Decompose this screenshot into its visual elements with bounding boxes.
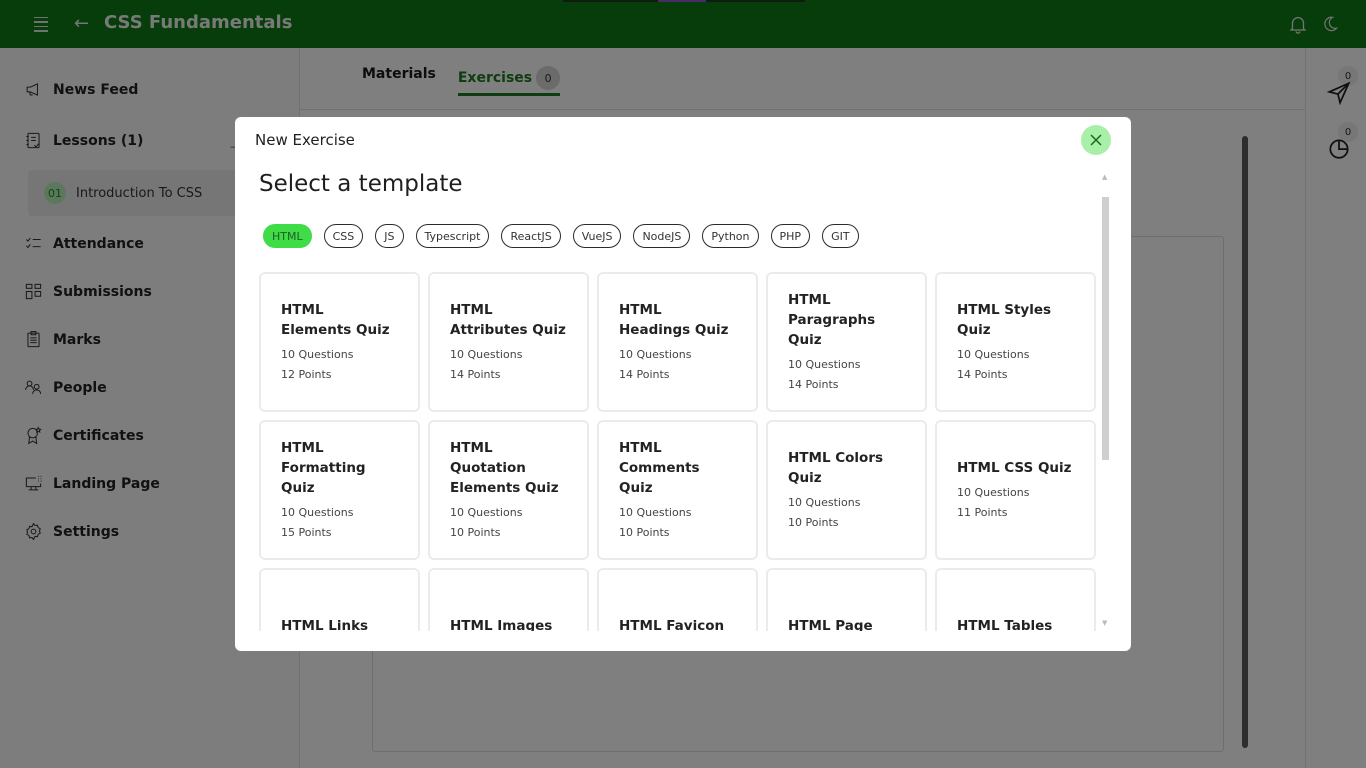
- template-card[interactable]: HTML Page Title Quiz: [766, 568, 927, 631]
- template-title: HTML Page Title Quiz: [788, 617, 873, 632]
- template-title: HTML Comments Quiz: [619, 439, 700, 496]
- template-questions: 10 Questions: [788, 495, 861, 509]
- template-card[interactable]: HTML Colors Quiz 10 Questions 10 Points: [766, 420, 927, 560]
- template-card[interactable]: HTML Links Quiz: [259, 568, 420, 631]
- template-points: 14 Points: [450, 367, 501, 381]
- template-card[interactable]: HTML Favicon Quiz: [597, 568, 758, 631]
- section-title: Select a template: [259, 171, 463, 197]
- template-questions: 10 Questions: [450, 505, 523, 519]
- template-points: 14 Points: [957, 367, 1008, 381]
- template-points: 10 Points: [619, 525, 670, 539]
- template-questions: 10 Questions: [619, 347, 692, 361]
- template-questions: 10 Questions: [957, 485, 1030, 499]
- template-card[interactable]: HTML Styles Quiz 10 Questions 14 Points: [935, 272, 1096, 412]
- template-points: 15 Points: [281, 525, 332, 539]
- filter-chip-typescript[interactable]: Typescript: [415, 224, 490, 248]
- template-questions: 10 Questions: [281, 505, 354, 519]
- template-title: HTML CSS Quiz: [957, 459, 1072, 476]
- template-questions: 10 Questions: [281, 347, 354, 361]
- template-title: HTML Elements Quiz: [281, 301, 390, 338]
- template-card[interactable]: HTML Attributes Quiz 10 Questions 14 Point…: [428, 272, 589, 412]
- template-points: 11 Points: [957, 505, 1008, 519]
- template-title: HTML Styles Quiz: [957, 301, 1052, 338]
- template-card[interactable]: HTML Paragraphs Quiz 10 Questions 14 Point…: [766, 272, 927, 412]
- filter-chip-js[interactable]: JS: [375, 224, 404, 248]
- template-card[interactable]: HTML Quotation Elements Quiz 10 Questions…: [428, 420, 589, 560]
- new-exercise-modal: New Exercise Select a template HTML CSS …: [235, 117, 1131, 651]
- template-questions: 10 Questions: [619, 505, 692, 519]
- template-title: HTML Paragraphs Quiz: [788, 291, 876, 348]
- language-filters: HTML CSS JS Typescript ReactJS VueJS Nod…: [263, 224, 859, 248]
- modal-title: New Exercise: [255, 131, 355, 149]
- template-questions: 10 Questions: [957, 347, 1030, 361]
- template-title: HTML Quotation Elements Quiz: [450, 439, 559, 496]
- template-questions: 10 Questions: [788, 357, 861, 371]
- template-title: HTML Tables Quiz: [957, 617, 1053, 632]
- template-points: 10 Points: [450, 525, 501, 539]
- scroll-up-arrow-icon[interactable]: ▲: [1102, 173, 1107, 181]
- template-card[interactable]: HTML Elements Quiz 10 Questions 12 Points: [259, 272, 420, 412]
- template-grid: HTML Elements Quiz 10 Questions 12 Points …: [259, 272, 1096, 631]
- scrollbar-thumb[interactable]: [1102, 197, 1109, 460]
- template-card[interactable]: HTML Images Quiz: [428, 568, 589, 631]
- template-points: 14 Points: [619, 367, 670, 381]
- template-points: 14 Points: [788, 377, 839, 391]
- template-title: HTML Links Quiz: [281, 617, 369, 632]
- filter-chip-python[interactable]: Python: [702, 224, 759, 248]
- modal-scrollbar[interactable]: ▲ ▼: [1101, 173, 1109, 633]
- filter-chip-reactjs[interactable]: ReactJS: [501, 224, 561, 248]
- template-questions: 10 Questions: [450, 347, 523, 361]
- template-card[interactable]: HTML Comments Quiz 10 Questions 10 Points: [597, 420, 758, 560]
- filter-chip-git[interactable]: GIT: [822, 224, 859, 248]
- filter-chip-vuejs[interactable]: VueJS: [572, 224, 622, 248]
- scroll-down-arrow-icon[interactable]: ▼: [1102, 619, 1107, 627]
- filter-chip-nodejs[interactable]: NodeJS: [633, 224, 691, 248]
- modal-body: Select a template HTML CSS JS Typescript…: [235, 165, 1131, 631]
- template-title: HTML Images Quiz: [450, 617, 553, 632]
- close-icon: [1090, 134, 1102, 146]
- template-card[interactable]: HTML Tables Quiz: [935, 568, 1096, 631]
- template-title: HTML Attributes Quiz: [450, 301, 566, 338]
- template-card[interactable]: HTML Formatting Quiz 10 Questions 15 Point…: [259, 420, 420, 560]
- template-points: 10 Points: [788, 515, 839, 529]
- template-title: HTML Formatting Quiz: [281, 439, 366, 496]
- template-points: 12 Points: [281, 367, 332, 381]
- filter-chip-html[interactable]: HTML: [263, 224, 312, 248]
- template-title: HTML Favicon Quiz: [619, 617, 725, 632]
- modal-backdrop-header: [0, 0, 1366, 48]
- template-title: HTML Headings Quiz: [619, 301, 729, 338]
- template-title: HTML Colors Quiz: [788, 449, 884, 486]
- close-button[interactable]: [1081, 125, 1111, 155]
- template-card[interactable]: HTML Headings Quiz 10 Questions 14 Points: [597, 272, 758, 412]
- filter-chip-css[interactable]: CSS: [323, 224, 364, 248]
- template-card[interactable]: HTML CSS Quiz 10 Questions 11 Points: [935, 420, 1096, 560]
- filter-chip-php[interactable]: PHP: [770, 224, 811, 248]
